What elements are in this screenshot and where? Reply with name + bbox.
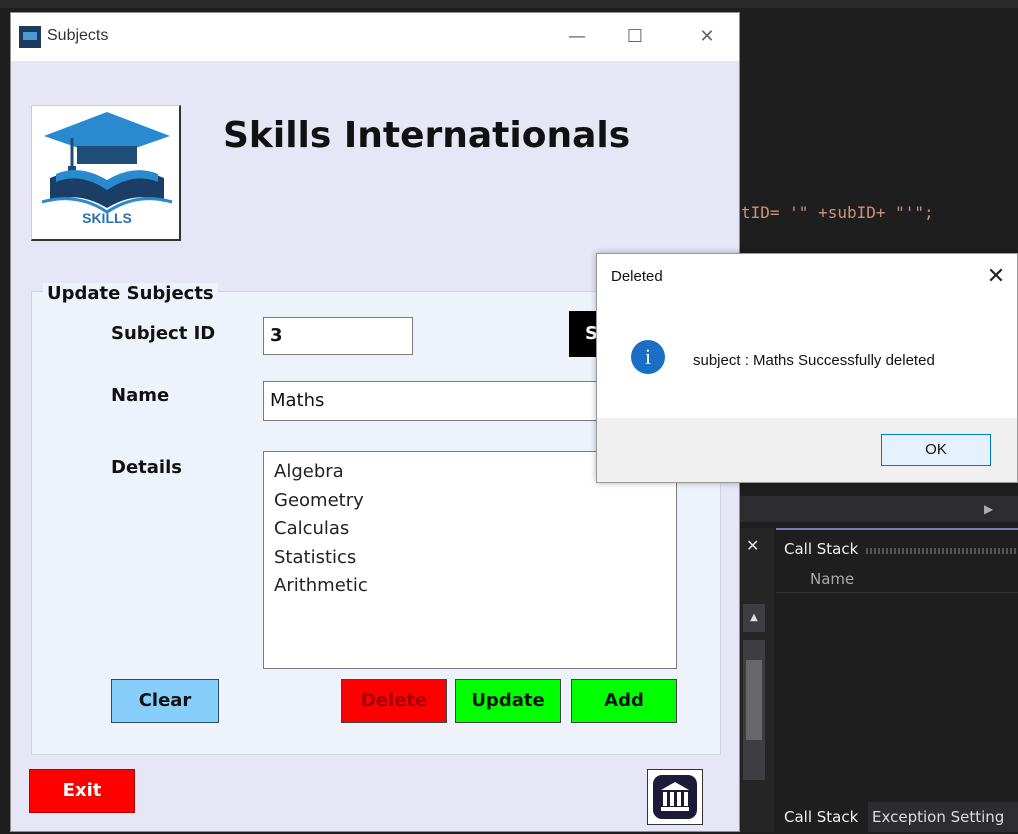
title-bar[interactable]: Subjects — ☐ ✕ — [11, 13, 739, 61]
graduation-cap-icon — [41, 112, 173, 214]
ok-button[interactable]: OK — [881, 434, 991, 466]
ide-code-line: tID= '" +subID+ "'"; — [741, 203, 934, 222]
call-stack-title: Call Stack — [784, 540, 859, 558]
clear-button[interactable]: Clear — [111, 679, 219, 723]
close-button[interactable]: ✕ — [687, 23, 727, 51]
logo-text: SKILLS — [82, 210, 132, 226]
dialog-close-button[interactable]: ✕ — [981, 262, 1011, 292]
brand-name: Skills Internationals — [223, 115, 631, 156]
column-name[interactable]: Name — [810, 570, 854, 588]
ide-bottom-tabs: Call Stack Exception Setting — [776, 802, 1018, 832]
scroll-up-icon[interactable]: ▲ — [743, 604, 765, 632]
details-line: Calculas — [274, 518, 350, 539]
ide-scrollbar[interactable] — [743, 640, 765, 780]
delete-button[interactable]: Delete — [341, 679, 447, 723]
details-textarea[interactable]: Algebra Geometry Calculas Statistics Ari… — [263, 451, 677, 669]
details-line: Geometry — [274, 489, 364, 511]
details-line: Statistics — [274, 546, 357, 568]
window-title: Subjects — [47, 27, 109, 44]
bank-icon — [653, 775, 697, 819]
add-button[interactable]: Add — [571, 679, 677, 723]
home-button[interactable] — [647, 769, 703, 825]
call-stack-header: Name — [776, 564, 1018, 593]
details-line: Arithmetic — [274, 575, 368, 596]
minimize-button[interactable]: — — [557, 23, 597, 51]
scroll-thumb[interactable] — [746, 660, 762, 740]
deleted-dialog: Deleted ✕ i subject : Maths Successfully… — [596, 253, 1018, 483]
app-icon — [19, 26, 41, 48]
play-arrow-icon[interactable]: ▶ — [984, 502, 993, 516]
subject-id-field[interactable]: 3 — [263, 317, 413, 355]
dialog-title: Deleted — [611, 268, 663, 285]
update-button[interactable]: Update — [455, 679, 561, 723]
info-icon: i — [631, 340, 665, 374]
details-label: Details — [111, 457, 182, 478]
panel-drag-handle[interactable] — [866, 548, 1016, 554]
dialog-message: subject : Maths Successfully deleted — [693, 352, 935, 369]
name-field[interactable]: Maths — [263, 381, 603, 421]
group-label: Update Subjects — [43, 283, 218, 304]
ide-toolbar: ▶ — [740, 496, 1018, 522]
tab-call-stack[interactable]: Call Stack — [776, 802, 868, 832]
exit-button[interactable]: Exit — [29, 769, 135, 813]
close-icon[interactable]: ✕ — [746, 536, 759, 555]
skills-logo: SKILLS — [31, 105, 181, 241]
maximize-button[interactable]: ☐ — [615, 23, 655, 51]
call-stack-panel: Call Stack Name — [776, 528, 1018, 834]
subject-id-label: Subject ID — [111, 323, 216, 344]
background-strip — [0, 0, 1018, 8]
name-label: Name — [111, 385, 170, 406]
tab-exception-settings[interactable]: Exception Setting — [872, 802, 1004, 832]
